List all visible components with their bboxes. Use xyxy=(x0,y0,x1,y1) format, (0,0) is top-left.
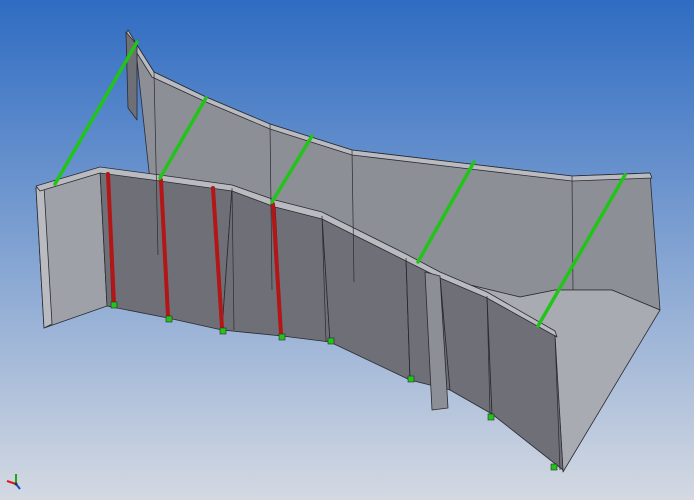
mounting-foot xyxy=(407,375,415,383)
mounting-foot xyxy=(487,413,495,421)
mounting-foot xyxy=(278,333,286,341)
model-scene[interactable] xyxy=(0,0,694,500)
triad-origin xyxy=(14,482,18,486)
mounting-foot xyxy=(110,301,118,309)
mounting-foot xyxy=(550,463,558,471)
mounting-foot xyxy=(165,315,173,323)
mounting-foot xyxy=(219,327,227,335)
graphics-viewport[interactable] xyxy=(0,0,694,500)
mounting-foot xyxy=(327,337,335,345)
front-wall-segment-4[interactable] xyxy=(274,203,331,343)
